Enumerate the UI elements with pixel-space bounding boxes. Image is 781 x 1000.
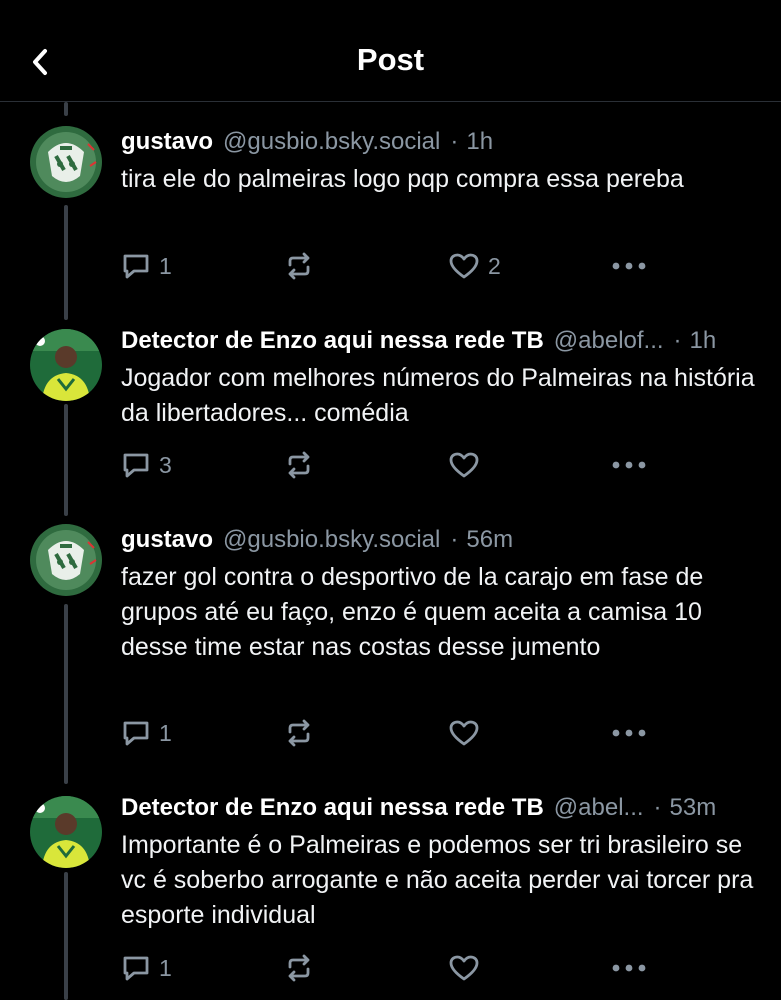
reply-button[interactable]: 3 xyxy=(121,447,172,483)
repost-button[interactable] xyxy=(284,950,314,986)
more-options-button[interactable] xyxy=(611,950,647,986)
repost-icon xyxy=(288,451,310,479)
separator-dot: · xyxy=(450,526,459,553)
repost-button[interactable] xyxy=(284,248,314,284)
thread-post[interactable]: gustavo @gusbio.bsky.social · 1h tira el… xyxy=(0,124,781,294)
thread-post[interactable]: Detector de Enzo aqui nessa rede TB @abe… xyxy=(0,790,781,1000)
more-icon xyxy=(612,729,646,737)
post-header: gustavo @gusbio.bsky.social · 1h xyxy=(121,124,763,160)
avatar[interactable] xyxy=(30,796,102,868)
repost-icon xyxy=(288,719,310,747)
more-options-button[interactable] xyxy=(611,715,647,751)
post-header: Detector de Enzo aqui nessa rede TB @abe… xyxy=(121,790,763,826)
author-name[interactable]: gustavo xyxy=(121,526,213,554)
more-icon xyxy=(612,964,646,972)
heart-icon xyxy=(449,253,479,279)
like-button[interactable] xyxy=(448,715,480,751)
author-name[interactable]: Detector de Enzo aqui nessa rede TB xyxy=(121,794,544,822)
like-count: 2 xyxy=(488,252,501,279)
author-handle[interactable]: @gusbio.bsky.social xyxy=(223,128,440,156)
thread-post[interactable]: gustavo @gusbio.bsky.social · 56m fazer … xyxy=(0,522,781,762)
post-actions: 1 xyxy=(121,950,761,986)
page-title: Post xyxy=(356,42,425,77)
reply-count: 3 xyxy=(159,451,172,478)
like-button[interactable]: 2 xyxy=(448,248,501,284)
player-photo-avatar-icon xyxy=(30,796,102,868)
author-handle[interactable]: @abel... xyxy=(554,794,644,822)
separator-dot: · xyxy=(450,128,459,155)
more-options-button[interactable] xyxy=(611,248,647,284)
reply-button[interactable]: 1 xyxy=(121,950,172,986)
post-text: tira ele do palmeiras logo pqp compra es… xyxy=(121,165,684,193)
reply-count: 1 xyxy=(159,252,172,279)
post-text: Jogador com melhores números do Palmeira… xyxy=(121,364,755,427)
separator-dot: · xyxy=(653,794,662,821)
green-logo-avatar-icon xyxy=(30,524,102,596)
post-header: gustavo @gusbio.bsky.social · 56m xyxy=(121,522,763,558)
post-actions: 1 2 xyxy=(121,248,761,284)
post-time: 1h xyxy=(689,327,717,354)
post-time: 1h xyxy=(466,128,494,155)
post-time: 56m xyxy=(466,526,514,553)
reply-icon xyxy=(123,956,149,981)
reply-count: 1 xyxy=(159,954,172,981)
like-button[interactable] xyxy=(448,447,480,483)
reply-button[interactable]: 1 xyxy=(121,715,172,751)
repost-button[interactable] xyxy=(284,715,314,751)
post-actions: 1 xyxy=(121,715,761,751)
player-photo-avatar-icon xyxy=(30,329,102,401)
post-text: fazer gol contra o desportivo de la cara… xyxy=(121,563,704,661)
post-text: Importante é o Palmeiras e podemos ser t… xyxy=(121,831,754,929)
avatar[interactable] xyxy=(30,524,102,596)
post-actions: 3 xyxy=(121,447,761,483)
top-bar: Post xyxy=(0,0,781,102)
separator-dot: · xyxy=(673,327,682,354)
avatar[interactable] xyxy=(30,126,102,198)
more-icon xyxy=(612,461,646,469)
green-logo-avatar-icon xyxy=(30,126,102,198)
heart-icon xyxy=(449,955,479,981)
repost-button[interactable] xyxy=(284,447,314,483)
reply-icon xyxy=(123,254,149,279)
reply-count: 1 xyxy=(159,719,172,746)
author-name[interactable]: gustavo xyxy=(121,128,213,156)
reply-icon xyxy=(123,721,149,746)
avatar[interactable] xyxy=(30,329,102,401)
thread-post[interactable]: Detector de Enzo aqui nessa rede TB @abe… xyxy=(0,323,781,493)
repost-icon xyxy=(288,252,310,280)
post-header: Detector de Enzo aqui nessa rede TB @abe… xyxy=(121,323,763,359)
reply-button[interactable]: 1 xyxy=(121,248,172,284)
author-name[interactable]: Detector de Enzo aqui nessa rede TB xyxy=(121,327,544,355)
heart-icon xyxy=(449,452,479,478)
author-handle[interactable]: @gusbio.bsky.social xyxy=(223,526,440,554)
post-time: 53m xyxy=(669,794,717,821)
like-button[interactable] xyxy=(448,950,480,986)
heart-icon xyxy=(449,720,479,746)
repost-icon xyxy=(288,954,310,982)
more-options-button[interactable] xyxy=(611,447,647,483)
more-icon xyxy=(612,262,646,270)
author-handle[interactable]: @abelof... xyxy=(554,327,664,355)
thread-line xyxy=(64,102,68,116)
reply-icon xyxy=(123,453,149,478)
